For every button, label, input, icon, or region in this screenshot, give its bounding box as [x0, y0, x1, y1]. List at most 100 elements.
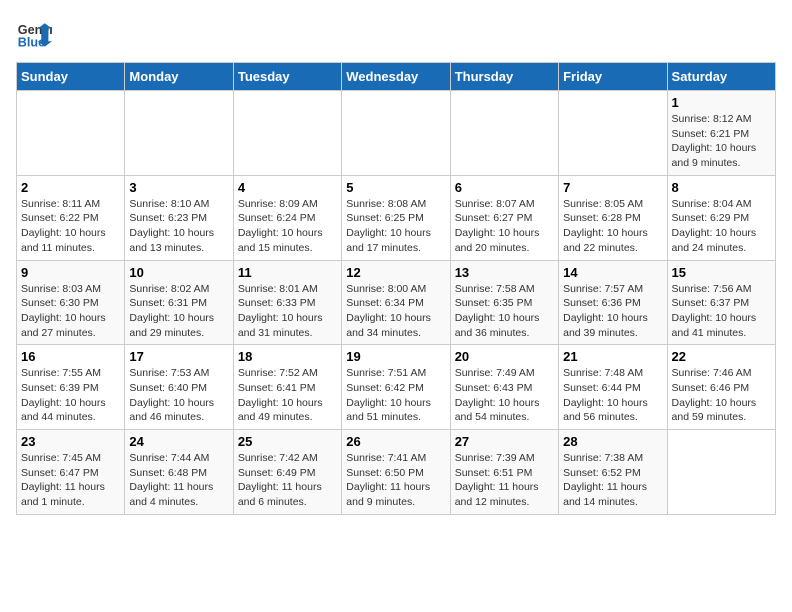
weekday-header-thursday: Thursday — [450, 63, 558, 91]
calendar-cell: 4 Sunrise: 8:09 AM Sunset: 6:24 PM Daylig… — [233, 175, 341, 260]
calendar-cell: 7 Sunrise: 8:05 AM Sunset: 6:28 PM Daylig… — [559, 175, 667, 260]
calendar-cell: 18 Sunrise: 7:52 AM Sunset: 6:41 PM Dayli… — [233, 345, 341, 430]
day-number: 9 — [21, 265, 120, 280]
day-number: 15 — [672, 265, 771, 280]
day-number: 4 — [238, 180, 337, 195]
calendar-cell: 21 Sunrise: 7:48 AM Sunset: 6:44 PM Dayli… — [559, 345, 667, 430]
day-number: 5 — [346, 180, 445, 195]
calendar-cell — [233, 91, 341, 176]
day-info: Sunrise: 8:03 AM Sunset: 6:30 PM Dayligh… — [21, 282, 120, 341]
calendar-cell: 28Sunrise: 7:38 AM Sunset: 6:52 PM Dayli… — [559, 430, 667, 515]
day-info: Sunrise: 7:45 AM Sunset: 6:47 PM Dayligh… — [21, 451, 120, 510]
day-number: 3 — [129, 180, 228, 195]
day-info: Sunrise: 7:49 AM Sunset: 6:43 PM Dayligh… — [455, 366, 554, 425]
day-info: Sunrise: 8:12 AM Sunset: 6:21 PM Dayligh… — [672, 112, 771, 171]
day-number: 7 — [563, 180, 662, 195]
calendar-cell: 19 Sunrise: 7:51 AM Sunset: 6:42 PM Dayli… — [342, 345, 450, 430]
day-number: 8 — [672, 180, 771, 195]
weekday-header-sunday: Sunday — [17, 63, 125, 91]
logo-icon: General Blue — [16, 16, 52, 52]
day-number: 22 — [672, 349, 771, 364]
weekday-header-wednesday: Wednesday — [342, 63, 450, 91]
day-info: Sunrise: 7:51 AM Sunset: 6:42 PM Dayligh… — [346, 366, 445, 425]
day-info: Sunrise: 7:55 AM Sunset: 6:39 PM Dayligh… — [21, 366, 120, 425]
day-info: Sunrise: 7:44 AM Sunset: 6:48 PM Dayligh… — [129, 451, 228, 510]
calendar-cell: 16Sunrise: 7:55 AM Sunset: 6:39 PM Dayli… — [17, 345, 125, 430]
day-info: Sunrise: 8:00 AM Sunset: 6:34 PM Dayligh… — [346, 282, 445, 341]
calendar-cell: 12 Sunrise: 8:00 AM Sunset: 6:34 PM Dayli… — [342, 260, 450, 345]
day-info: Sunrise: 7:41 AM Sunset: 6:50 PM Dayligh… — [346, 451, 445, 510]
day-number: 10 — [129, 265, 228, 280]
day-number: 20 — [455, 349, 554, 364]
day-info: Sunrise: 8:11 AM Sunset: 6:22 PM Dayligh… — [21, 197, 120, 256]
calendar-cell: 20 Sunrise: 7:49 AM Sunset: 6:43 PM Dayli… — [450, 345, 558, 430]
calendar-cell: 6 Sunrise: 8:07 AM Sunset: 6:27 PM Daylig… — [450, 175, 558, 260]
day-number: 24 — [129, 434, 228, 449]
calendar-cell: 27 Sunrise: 7:39 AM Sunset: 6:51 PM Dayli… — [450, 430, 558, 515]
calendar-week-5: 23 Sunrise: 7:45 AM Sunset: 6:47 PM Dayli… — [17, 430, 776, 515]
calendar-cell: 9 Sunrise: 8:03 AM Sunset: 6:30 PM Daylig… — [17, 260, 125, 345]
day-info: Sunrise: 8:05 AM Sunset: 6:28 PM Dayligh… — [563, 197, 662, 256]
calendar-cell — [667, 430, 775, 515]
calendar-cell: 26 Sunrise: 7:41 AM Sunset: 6:50 PM Dayli… — [342, 430, 450, 515]
day-info: Sunrise: 7:52 AM Sunset: 6:41 PM Dayligh… — [238, 366, 337, 425]
day-info: Sunrise: 7:56 AM Sunset: 6:37 PM Dayligh… — [672, 282, 771, 341]
calendar-cell — [17, 91, 125, 176]
calendar-cell: 25 Sunrise: 7:42 AM Sunset: 6:49 PM Dayli… — [233, 430, 341, 515]
day-number: 21 — [563, 349, 662, 364]
day-number: 25 — [238, 434, 337, 449]
day-number: 2 — [21, 180, 120, 195]
day-number: 27 — [455, 434, 554, 449]
day-info: Sunrise: 8:07 AM Sunset: 6:27 PM Dayligh… — [455, 197, 554, 256]
calendar-cell: 24 Sunrise: 7:44 AM Sunset: 6:48 PM Dayli… — [125, 430, 233, 515]
calendar-body: 1Sunrise: 8:12 AM Sunset: 6:21 PM Daylig… — [17, 91, 776, 515]
header: General Blue — [16, 16, 776, 52]
weekday-header-monday: Monday — [125, 63, 233, 91]
day-number: 6 — [455, 180, 554, 195]
day-number: 19 — [346, 349, 445, 364]
logo: General Blue — [16, 16, 52, 52]
day-info: Sunrise: 7:38 AM Sunset: 6:52 PM Dayligh… — [563, 451, 662, 510]
calendar-week-3: 9 Sunrise: 8:03 AM Sunset: 6:30 PM Daylig… — [17, 260, 776, 345]
calendar-cell — [125, 91, 233, 176]
calendar-cell: 1Sunrise: 8:12 AM Sunset: 6:21 PM Daylig… — [667, 91, 775, 176]
day-info: Sunrise: 7:58 AM Sunset: 6:35 PM Dayligh… — [455, 282, 554, 341]
day-info: Sunrise: 7:42 AM Sunset: 6:49 PM Dayligh… — [238, 451, 337, 510]
day-info: Sunrise: 8:08 AM Sunset: 6:25 PM Dayligh… — [346, 197, 445, 256]
day-info: Sunrise: 8:09 AM Sunset: 6:24 PM Dayligh… — [238, 197, 337, 256]
calendar-week-2: 2 Sunrise: 8:11 AM Sunset: 6:22 PM Daylig… — [17, 175, 776, 260]
day-number: 18 — [238, 349, 337, 364]
day-number: 14 — [563, 265, 662, 280]
calendar-week-4: 16Sunrise: 7:55 AM Sunset: 6:39 PM Dayli… — [17, 345, 776, 430]
day-info: Sunrise: 7:48 AM Sunset: 6:44 PM Dayligh… — [563, 366, 662, 425]
calendar-cell: 22 Sunrise: 7:46 AM Sunset: 6:46 PM Dayli… — [667, 345, 775, 430]
day-info: Sunrise: 7:57 AM Sunset: 6:36 PM Dayligh… — [563, 282, 662, 341]
day-number: 26 — [346, 434, 445, 449]
day-number: 17 — [129, 349, 228, 364]
calendar-cell: 14 Sunrise: 7:57 AM Sunset: 6:36 PM Dayli… — [559, 260, 667, 345]
weekday-row: SundayMondayTuesdayWednesdayThursdayFrid… — [17, 63, 776, 91]
calendar-cell: 5 Sunrise: 8:08 AM Sunset: 6:25 PM Daylig… — [342, 175, 450, 260]
calendar-cell — [450, 91, 558, 176]
day-number: 13 — [455, 265, 554, 280]
day-number: 11 — [238, 265, 337, 280]
calendar-week-1: 1Sunrise: 8:12 AM Sunset: 6:21 PM Daylig… — [17, 91, 776, 176]
calendar-table: SundayMondayTuesdayWednesdayThursdayFrid… — [16, 62, 776, 515]
day-info: Sunrise: 7:53 AM Sunset: 6:40 PM Dayligh… — [129, 366, 228, 425]
weekday-header-friday: Friday — [559, 63, 667, 91]
calendar-cell: 15 Sunrise: 7:56 AM Sunset: 6:37 PM Dayli… — [667, 260, 775, 345]
calendar-cell: 8 Sunrise: 8:04 AM Sunset: 6:29 PM Daylig… — [667, 175, 775, 260]
day-info: Sunrise: 7:39 AM Sunset: 6:51 PM Dayligh… — [455, 451, 554, 510]
day-number: 12 — [346, 265, 445, 280]
calendar-cell — [342, 91, 450, 176]
calendar-cell: 3 Sunrise: 8:10 AM Sunset: 6:23 PM Daylig… — [125, 175, 233, 260]
calendar-cell: 13 Sunrise: 7:58 AM Sunset: 6:35 PM Dayli… — [450, 260, 558, 345]
day-info: Sunrise: 7:46 AM Sunset: 6:46 PM Dayligh… — [672, 366, 771, 425]
weekday-header-saturday: Saturday — [667, 63, 775, 91]
calendar-cell: 11Sunrise: 8:01 AM Sunset: 6:33 PM Dayli… — [233, 260, 341, 345]
day-number: 23 — [21, 434, 120, 449]
weekday-header-tuesday: Tuesday — [233, 63, 341, 91]
day-info: Sunrise: 8:04 AM Sunset: 6:29 PM Dayligh… — [672, 197, 771, 256]
day-info: Sunrise: 8:10 AM Sunset: 6:23 PM Dayligh… — [129, 197, 228, 256]
calendar-cell: 23 Sunrise: 7:45 AM Sunset: 6:47 PM Dayli… — [17, 430, 125, 515]
